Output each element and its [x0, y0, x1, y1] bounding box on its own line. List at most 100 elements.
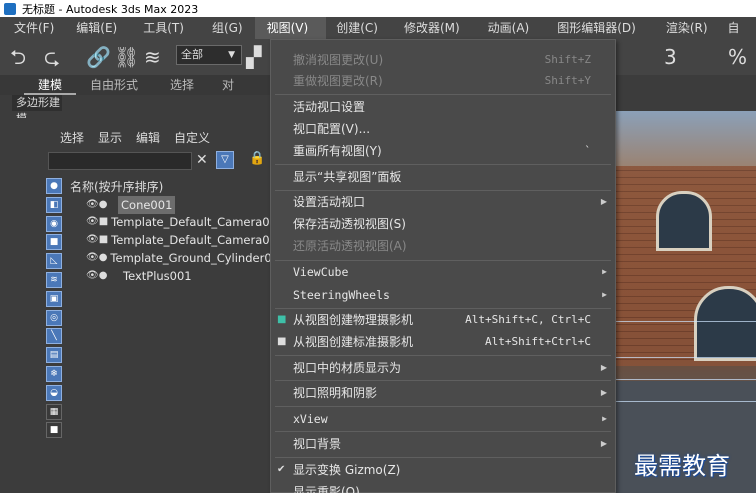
menu-item-active-viewport-settings[interactable]: 活动视口设置 [271, 96, 615, 118]
explorer-search-input[interactable] [48, 152, 192, 170]
menu-item-viewcube[interactable]: ViewCube ▶ [271, 261, 615, 283]
visibility-eye-icon[interactable]: 👁■ [70, 231, 108, 249]
menu-item-set-active-viewport[interactable]: 设置活动视口 ▶ [271, 191, 615, 213]
watermark-text: 最需教育 [634, 452, 730, 480]
close-icon[interactable]: ✕ [196, 152, 208, 168]
menu-item-shortcut: Shift+Z [544, 53, 591, 66]
menu-item-xview[interactable]: xView ▶ [271, 408, 615, 430]
menu-item-label: 视口中的材质显示为 [293, 361, 402, 375]
bones-filter-icon[interactable]: ╲ [46, 328, 62, 345]
xrefs-filter-icon[interactable]: ◎ [46, 309, 62, 326]
menu-item-label: 重画所有视图(Y) [293, 144, 382, 158]
grid-line [616, 379, 756, 380]
menu-item-label: 从视图创建物理摄影机 [293, 313, 414, 327]
select-object-icon[interactable]: ▞ [246, 39, 261, 75]
chevron-down-icon: ▼ [228, 50, 235, 60]
visibility-eye-icon[interactable]: 👁● [70, 196, 118, 214]
menu-item-show-transform-gizmo[interactable]: ✔ 显示变换 Gizmo(Z) [271, 459, 615, 481]
menu-item-restore-active-perspective[interactable]: 还原活动透视视图(A) [271, 235, 615, 257]
menu-item-label: 视口照明和阴影 [293, 386, 378, 400]
menu-group[interactable]: 组(G) [198, 17, 255, 39]
containers-filter-icon[interactable]: ▤ [46, 347, 62, 364]
tab-selection[interactable]: 选择 [152, 75, 208, 95]
spinner-snap-icon[interactable]: % [728, 39, 747, 75]
arched-window-image [694, 286, 756, 361]
column-header-name[interactable]: 名称(按升序排序) [70, 178, 163, 195]
polygon-modeling-label[interactable]: 多边形建模 [12, 95, 62, 125]
submenu-arrow-icon: ▶ [602, 290, 607, 299]
tab-modeling[interactable]: 建模 [24, 75, 77, 95]
menu-rendering[interactable]: 渲染(R) [650, 17, 722, 39]
menu-view[interactable]: 视图(V) [254, 17, 327, 39]
menu-file[interactable]: 文件(F) [0, 17, 62, 39]
menu-item-lighting-and-shadows[interactable]: 视口照明和阴影 ▶ [271, 382, 615, 404]
menu-tools[interactable]: 工具(T) [129, 17, 198, 39]
menu-item-steeringwheels[interactable]: SteeringWheels ▶ [271, 284, 615, 306]
explorer-menu-display[interactable]: 显示 [98, 129, 122, 146]
menu-item-show-ghosting[interactable]: 显示重影(O) [271, 481, 615, 493]
submenu-arrow-icon: ▶ [602, 267, 607, 276]
menu-item-label: 从视图创建标准摄影机 [293, 335, 414, 349]
display-selected-icon[interactable]: ■ [46, 422, 62, 439]
display-children-icon[interactable]: ▦ [46, 403, 62, 420]
angle-snap-icon[interactable]: 3 [664, 39, 677, 75]
tab-freeform[interactable]: 自由形式 [76, 75, 152, 95]
undo-icon[interactable]: ⮌ [10, 39, 26, 75]
selection-filter-select[interactable]: 全部 ▼ [176, 45, 242, 65]
menu-item-create-standard-camera[interactable]: ■ 从视图创建标准摄影机 Alt+Shift+Ctrl+C [271, 331, 615, 353]
menu-item-create-physical-camera[interactable]: ■ 从视图创建物理摄影机 Alt+Shift+C, Ctrl+C [271, 309, 615, 331]
link-icon[interactable]: 🔗 [86, 39, 111, 75]
display-all-icon[interactable]: ● [46, 178, 62, 194]
visibility-eye-icon[interactable]: 👁■ [70, 213, 108, 231]
menu-item-shared-views-panel[interactable]: 显示“共享视图”面板 [271, 166, 615, 188]
lock-icon[interactable]: 🔒 [249, 151, 265, 166]
table-row[interactable]: 👁● Template_Ground_Cylinder0 [70, 249, 270, 267]
lights-filter-icon[interactable]: ◉ [46, 215, 62, 232]
bind-spacewarp-icon[interactable]: ≋ [144, 39, 161, 75]
spacewarps-filter-icon[interactable]: ≋ [46, 271, 62, 288]
filter-icon[interactable]: ▽ [216, 151, 234, 169]
explorer-menu-edit[interactable]: 编辑 [136, 129, 160, 146]
menu-graph-editors[interactable]: 图形编辑器(D) [543, 17, 650, 39]
visibility-eye-icon[interactable]: 👁● [70, 267, 120, 285]
menu-item-redo-view-change[interactable]: 重做视图更改(R) Shift+Y [271, 70, 615, 92]
menu-item-label: 设置活动视口 [293, 195, 366, 209]
cameras-filter-icon[interactable]: ■ [46, 234, 62, 251]
menu-item-viewport-background[interactable]: 视口背景 ▶ [271, 433, 615, 455]
table-row[interactable]: 👁● Cone001 [70, 196, 270, 214]
visibility-eye-icon[interactable]: 👁● [70, 249, 107, 267]
table-row[interactable]: 👁■ Template_Default_Camera00 [70, 231, 270, 249]
window-title: 无标题 - Autodesk 3ds Max 2023 [22, 2, 199, 16]
menu-item-shortcut: Alt+Shift+C, Ctrl+C [465, 313, 591, 326]
menu-edit[interactable]: 编辑(E) [62, 17, 129, 39]
unlink-icon[interactable]: ⛓ [114, 39, 139, 75]
menu-divider [275, 431, 611, 432]
app-logo-icon [4, 2, 16, 15]
toolbar-right-area [616, 75, 756, 111]
menu-item-undo-view-change[interactable]: 撤消视图更改(U) Shift+Z [271, 49, 615, 71]
table-row[interactable]: 👁■ Template_Default_Camera00 [70, 213, 270, 231]
menu-item-label: ViewCube [293, 265, 349, 279]
menu-item-redraw-all-views[interactable]: 重画所有视图(Y) ` [271, 140, 615, 162]
menu-modifiers[interactable]: 修改器(M) [394, 17, 474, 39]
perspective-viewport[interactable] [616, 111, 756, 493]
menu-item-material-display[interactable]: 视口中的材质显示为 ▶ [271, 357, 615, 379]
menu-animation[interactable]: 动画(A) [474, 17, 544, 39]
menu-item-label: 活动视口设置 [293, 100, 366, 114]
menu-item-viewport-configuration[interactable]: 视口配置(V)... [271, 118, 615, 140]
particles-filter-icon[interactable]: ❄ [46, 365, 62, 382]
frozen-filter-icon[interactable]: ◒ [46, 384, 62, 401]
explorer-menu-customize[interactable]: 自定义 [174, 129, 210, 146]
explorer-menu-select[interactable]: 选择 [60, 129, 84, 146]
redo-icon[interactable]: ⮎ [44, 39, 60, 75]
geometry-filter-icon[interactable]: ◧ [46, 196, 62, 213]
menu-divider [275, 164, 611, 165]
menu-item-save-active-perspective[interactable]: 保存活动透视视图(S) [271, 213, 615, 235]
menu-item-label: 保存活动透视视图(S) [293, 217, 406, 231]
groups-filter-icon[interactable]: ▣ [46, 290, 62, 307]
helpers-filter-icon[interactable]: ◺ [46, 253, 62, 270]
menu-create[interactable]: 创建(C) [326, 17, 394, 39]
tab-object-paint[interactable]: 对 [208, 75, 248, 95]
table-row[interactable]: 👁● TextPlus001 [70, 267, 270, 285]
menu-more[interactable]: 自 [722, 17, 744, 39]
